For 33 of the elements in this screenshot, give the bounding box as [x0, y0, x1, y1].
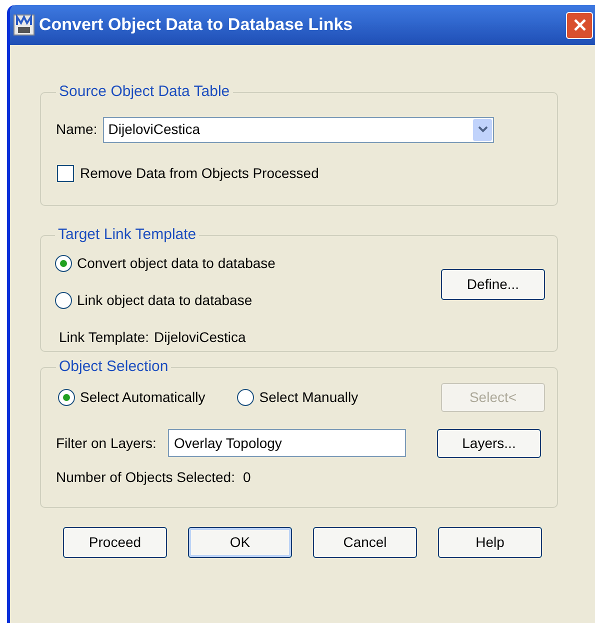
checkbox-label[interactable]: Remove Data from Objects Processed — [80, 162, 319, 184]
radio-button[interactable] — [55, 292, 72, 308]
dialog-button[interactable]: Proceed — [63, 527, 167, 558]
caret-icon — [478, 126, 488, 133]
checkbox[interactable] — [57, 164, 74, 182]
define-button[interactable]: Define... — [441, 268, 545, 300]
dropdown-button[interactable] — [473, 118, 492, 140]
window-title: Convert Object Data to Database Links — [39, 14, 354, 36]
layers-button[interactable]: Layers... — [437, 428, 541, 458]
group-label: Source Object Data Table — [58, 82, 231, 102]
group-label: Target Link Template — [57, 225, 198, 245]
field-label: Link Template: — [59, 328, 150, 347]
close-icon — [572, 18, 586, 32]
filter-field[interactable]: Overlay Topology — [168, 429, 406, 457]
radio-button[interactable] — [58, 388, 75, 406]
radio-label[interactable]: Select Automatically — [80, 386, 206, 408]
field-label: Filter on Layers: — [56, 434, 158, 453]
dialog-button[interactable]: Help — [438, 527, 542, 558]
radio-label[interactable]: Convert object data to database — [77, 252, 276, 274]
field-label: Number of Objects Selected: — [56, 468, 235, 487]
radio-button[interactable] — [55, 254, 72, 272]
group-label: Object Selection — [58, 357, 170, 377]
radio-label[interactable]: Link object data to database — [77, 290, 252, 310]
dialog-button[interactable]: Cancel — [313, 527, 417, 558]
count-value: 0 — [242, 468, 251, 486]
dialog-button[interactable]: OK — [188, 527, 292, 558]
field-label: Name: — [56, 120, 98, 139]
template-name: DijeloviCestica — [154, 328, 246, 347]
app-icon — [13, 14, 35, 36]
radio-button[interactable] — [237, 388, 254, 406]
radio-label[interactable]: Select Manually — [259, 386, 358, 408]
name-dropdown[interactable]: DijeloviCestica — [103, 116, 494, 142]
close-button[interactable] — [566, 12, 593, 38]
